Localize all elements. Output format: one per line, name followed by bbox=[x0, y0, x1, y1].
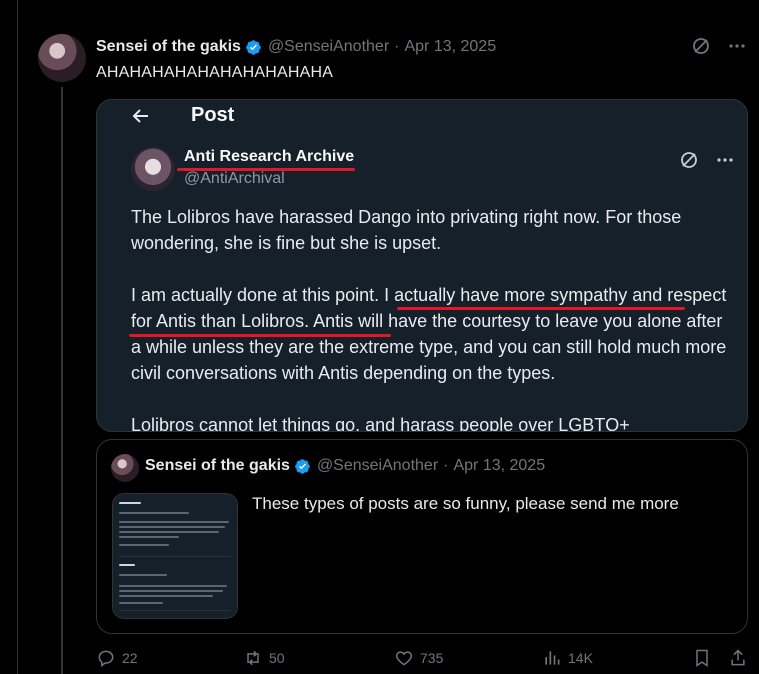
reply-button[interactable]: 22 bbox=[96, 648, 138, 668]
share-button[interactable] bbox=[728, 648, 748, 668]
quoted-post-date: Apr 13, 2025 bbox=[453, 457, 546, 474]
post-text: AHAHAHAHAHAHAHAHAHAHA bbox=[96, 64, 334, 81]
thumb-text-line bbox=[119, 602, 163, 604]
author-handle[interactable]: @SenseiAnother bbox=[268, 38, 389, 56]
repost-count: 50 bbox=[269, 650, 285, 666]
views-count: 14K bbox=[568, 650, 593, 666]
separator-dot: · bbox=[394, 38, 400, 55]
repost-button[interactable]: 50 bbox=[243, 648, 285, 668]
column-border bbox=[17, 0, 18, 674]
post-top-actions bbox=[691, 36, 747, 56]
thumb-text-line bbox=[119, 526, 225, 528]
screenshot-text: I am actually done at this point. bbox=[131, 285, 385, 305]
screenshot-header-title: Post bbox=[191, 104, 235, 126]
reply-count: 22 bbox=[122, 650, 138, 666]
more-options-icon bbox=[717, 158, 733, 162]
screenshot-paragraph: The Lolibros have harassed Dango into pr… bbox=[131, 207, 682, 253]
reply-icon bbox=[98, 650, 114, 667]
verified-badge-icon bbox=[295, 458, 310, 474]
thread-line bbox=[61, 87, 63, 674]
thumb-text-line bbox=[119, 564, 135, 566]
share-icon bbox=[731, 649, 745, 666]
quoted-media-thumbnail[interactable] bbox=[112, 493, 238, 619]
thumb-text-line bbox=[119, 595, 213, 597]
avatar[interactable] bbox=[38, 34, 86, 82]
grok-icon bbox=[681, 152, 697, 168]
repost-icon bbox=[247, 650, 259, 666]
screenshot-author-name: Anti Research Archive bbox=[184, 148, 355, 165]
quoted-post-text: These types of posts are so funny, pleas… bbox=[252, 494, 679, 513]
screenshot-author-handle: @AntiArchival bbox=[184, 170, 285, 187]
thumb-text-line bbox=[119, 574, 167, 576]
back-arrow-icon bbox=[131, 106, 151, 132]
thumb-text-line bbox=[119, 521, 229, 523]
more-options-icon[interactable] bbox=[727, 36, 747, 56]
separator-dot: · bbox=[443, 457, 449, 474]
quoted-post[interactable]: Sensei of the gakis @SenseiAnother · Apr… bbox=[96, 439, 748, 634]
screenshot-actions bbox=[679, 150, 735, 170]
post-action-bar: 22 50 735 14K bbox=[96, 648, 751, 672]
thumb-text-line bbox=[119, 531, 219, 533]
thumb-text-line bbox=[119, 585, 227, 587]
thumb-divider bbox=[119, 556, 231, 557]
verified-badge-icon bbox=[246, 39, 261, 55]
bookmark-button[interactable] bbox=[692, 648, 712, 668]
thumb-text-line bbox=[119, 590, 223, 592]
tweet-page: Sensei of the gakis @SenseiAnother · Apr… bbox=[0, 0, 759, 674]
quoted-post-header: Sensei of the gakis @SenseiAnother · Apr… bbox=[145, 457, 545, 475]
bookmark-icon bbox=[696, 649, 708, 667]
red-underline bbox=[129, 334, 391, 337]
screenshot-avatar bbox=[131, 147, 175, 191]
quoted-avatar bbox=[111, 454, 139, 482]
quoted-author-name: Sensei of the gakis bbox=[145, 457, 290, 474]
thumb-text-line bbox=[119, 502, 141, 504]
screenshot-paragraph: Lolibros cannot let things go, and haras… bbox=[131, 415, 630, 432]
attached-screenshot[interactable]: Post Anti Research Archive @AntiArchival… bbox=[96, 99, 748, 432]
author-name[interactable]: Sensei of the gakis bbox=[96, 38, 241, 56]
post-header: Sensei of the gakis @SenseiAnother · Apr… bbox=[96, 36, 496, 58]
like-count: 735 bbox=[420, 650, 444, 666]
thumb-text-line bbox=[119, 536, 179, 538]
grok-icon[interactable] bbox=[691, 36, 711, 56]
thumb-text-line bbox=[119, 544, 169, 546]
heart-icon bbox=[395, 651, 413, 666]
thumb-text-line bbox=[119, 512, 189, 514]
post-date[interactable]: Apr 13, 2025 bbox=[404, 38, 496, 56]
views-button[interactable]: 14K bbox=[542, 648, 593, 668]
screenshot-body: The Lolibros have harassed Dango into pr… bbox=[131, 204, 731, 432]
red-underline bbox=[397, 307, 685, 310]
thumb-divider bbox=[119, 610, 231, 611]
quoted-author-handle: @SenseiAnother bbox=[316, 457, 439, 474]
like-button[interactable]: 735 bbox=[394, 648, 443, 668]
views-icon bbox=[545, 651, 560, 665]
